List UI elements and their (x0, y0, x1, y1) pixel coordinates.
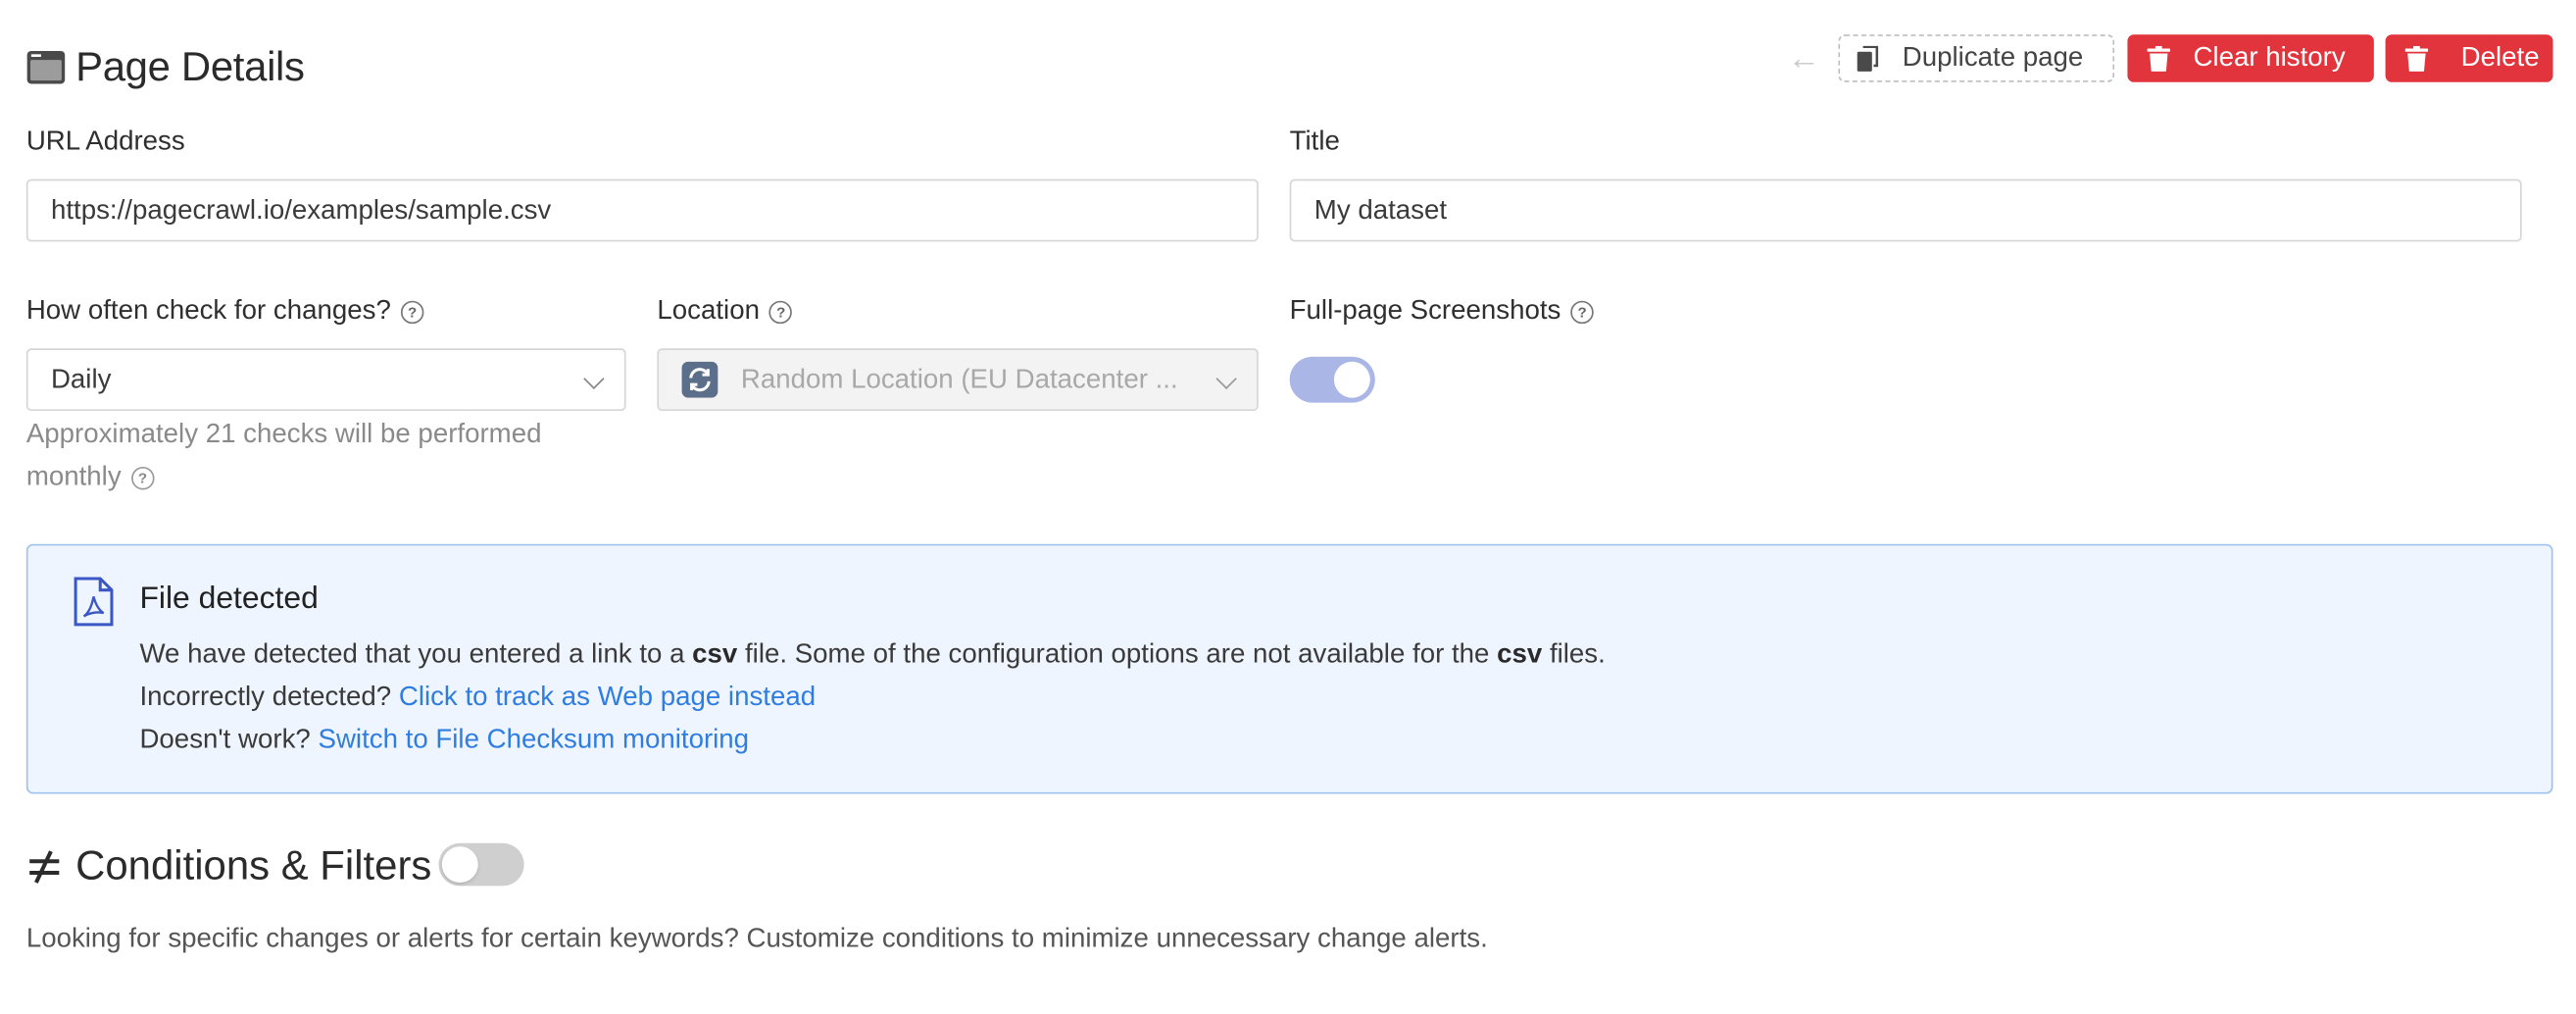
message-text: files. (1542, 638, 1606, 670)
file-detected-title: File detected (139, 582, 319, 617)
track-as-web-page-link[interactable]: Click to track as Web page instead (399, 683, 816, 712)
chevron-down-icon (583, 368, 605, 389)
arrow-left-icon[interactable]: ← (1784, 39, 1823, 78)
title-value: My dataset (1313, 194, 1448, 225)
location-select[interactable]: Random Location (EU Datacenter ... (657, 348, 1259, 411)
trash-icon (2147, 45, 2170, 72)
doesnt-work-row: Doesn't work? Switch to File Checksum mo… (139, 725, 749, 756)
toggle-knob (1333, 361, 1370, 398)
screenshots-toggle[interactable] (1289, 356, 1375, 403)
message-text: We have detected that you entered a link… (139, 638, 693, 670)
location-label-row: Location? (657, 295, 793, 328)
trash-icon (2404, 45, 2429, 72)
page-title-text: Page Details (75, 43, 305, 90)
url-address-input[interactable]: https://pagecrawl.io/examples/sample.csv (25, 178, 1259, 242)
frequency-label: How often check for changes? (25, 295, 391, 326)
message-text: file. Some of the configuration options … (737, 638, 1498, 670)
file-type: csv (1497, 638, 1543, 670)
location-value: Random Location (EU Datacenter ... (740, 364, 1178, 394)
url-address-value: https://pagecrawl.io/examples/sample.csv (50, 194, 552, 225)
toggle-knob (441, 846, 478, 884)
refresh-icon (681, 361, 718, 398)
frequency-label-row: How often check for changes?? (26, 296, 424, 328)
file-checksum-link[interactable]: Switch to File Checksum monitoring (319, 725, 750, 754)
file-type: csv (692, 638, 738, 670)
frequency-select[interactable]: Daily (25, 348, 626, 411)
delete-button[interactable]: Delete (2385, 34, 2553, 82)
incorrectly-detected-row: Incorrectly detected? Click to track as … (139, 683, 816, 714)
question-circle-icon[interactable]: ? (130, 466, 155, 490)
clear-history-button[interactable]: Clear history (2127, 34, 2374, 82)
file-detected-message: We have detected that you entered a link… (139, 639, 1605, 671)
screenshots-label: Full-page Screenshots (1289, 295, 1561, 326)
conditions-title: Conditions & Filters (26, 838, 432, 894)
question-circle-icon[interactable]: ? (769, 300, 793, 325)
browser-window-icon (26, 50, 66, 84)
conditions-toggle[interactable] (438, 842, 524, 887)
conditions-title-text: Conditions & Filters (75, 841, 432, 888)
doesnt-work-text: Doesn't work? (139, 725, 319, 755)
title-label: Title (1289, 127, 1340, 157)
question-circle-icon[interactable]: ? (400, 300, 424, 325)
delete-label: Delete (2460, 42, 2540, 73)
page-title: Page Details (26, 39, 305, 95)
not-equal-icon (29, 850, 60, 884)
frequency-hint: Approximately 21 checks will be performe… (26, 413, 602, 498)
title-input[interactable]: My dataset (1289, 178, 2522, 242)
frequency-hint-text: Approximately 21 checks will be performe… (25, 419, 542, 492)
duplicate-page-label: Duplicate page (1902, 42, 2084, 73)
duplicate-page-button[interactable]: Duplicate page (1838, 34, 2115, 82)
incorrectly-detected-text: Incorrectly detected? (139, 682, 399, 712)
chevron-down-icon (1215, 368, 1237, 389)
frequency-value: Daily (50, 364, 112, 394)
location-label: Location (657, 295, 760, 326)
url-address-label: URL Address (25, 127, 185, 157)
screenshots-label-row: Full-page Screenshots? (1290, 296, 1594, 328)
clear-history-label: Clear history (2193, 42, 2346, 73)
pdf-file-icon (74, 577, 114, 627)
file-detected-alert: File detected We have detected that you … (25, 543, 2553, 794)
question-circle-icon[interactable]: ? (1570, 300, 1594, 325)
copy-icon (1857, 45, 1879, 72)
conditions-description: Looking for specific changes or alerts f… (25, 923, 1488, 954)
